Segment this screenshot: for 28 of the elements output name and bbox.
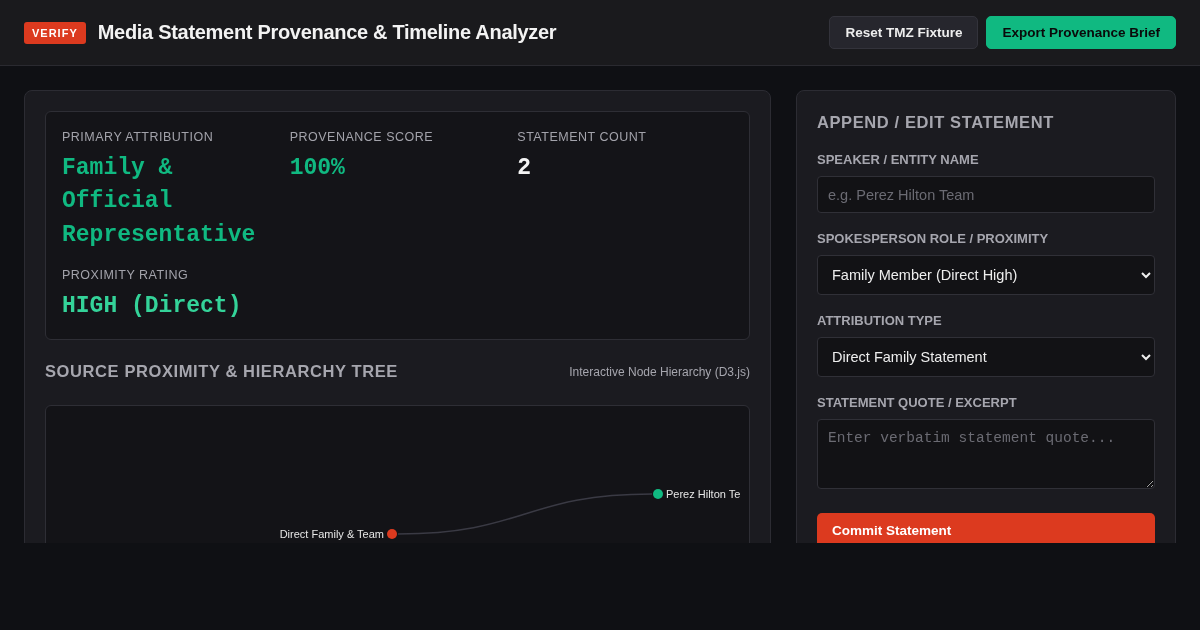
- dropdown[interactable]: Family Member (Direct High): [817, 255, 1155, 295]
- panel-title: APPEND / EDIT STATEMENT: [817, 113, 1055, 132]
- field-label: SPEAKER / ENTITY NAME: [817, 152, 980, 167]
- stat-value: HIGH (Direct): [62, 292, 243, 322]
- node-label: Perez Hilton Te: [666, 488, 741, 501]
- stat-value: Family & Official Representative: [62, 154, 257, 250]
- section-title: SOURCE PROXIMITY & HIERARCHY TREE: [45, 362, 398, 382]
- verify-badge: VERIFY: [24, 21, 86, 44]
- stat-label: STATEMENT COUNT: [517, 130, 648, 144]
- reset-button[interactable]: Reset TMZ Fixture: [829, 16, 979, 49]
- app-title: Media Statement Provenance & Timeline Analyzer: [97, 21, 557, 44]
- tree-node[interactable]: [653, 489, 663, 500]
- tree-node[interactable]: [387, 529, 397, 540]
- stat-label: PRIMARY ATTRIBUTION: [62, 130, 215, 144]
- field-label: ATTRIBUTION TYPE: [817, 313, 943, 328]
- stat-value: 2: [517, 154, 533, 183]
- dropdown[interactable]: Direct Family Statement: [817, 337, 1155, 377]
- input-field[interactable]: e.g. Perez Hilton Team: [817, 176, 1155, 213]
- field-label: SPOKESPERSON ROLE / PROXIMITY: [817, 231, 1050, 246]
- section-subtitle: Interactive Node Hierarchy (D3.js): [569, 364, 750, 379]
- stat-label: PROXIMITY RATING: [62, 268, 190, 283]
- text-area[interactable]: Enter verbatim statement quote...: [817, 419, 1155, 489]
- stat-value: 100%: [289, 154, 346, 183]
- field-label: STATEMENT QUOTE / EXCERPT: [817, 395, 1018, 410]
- stat-label: PROVENANCE SCORE: [289, 130, 435, 144]
- export-button[interactable]: Export Provenance Brief: [986, 16, 1176, 49]
- node-label: Direct Family & Team: [279, 528, 384, 541]
- commit-button[interactable]: Commit Statement: [817, 513, 1155, 543]
